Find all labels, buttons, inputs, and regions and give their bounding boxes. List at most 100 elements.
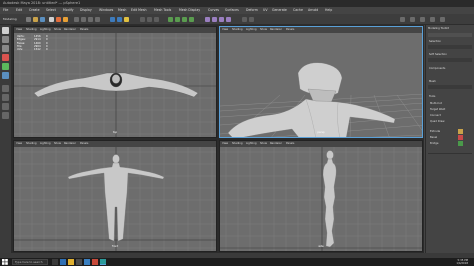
panel-menu-lighting[interactable]: Lighting <box>246 142 256 145</box>
menu-windows[interactable]: Windows <box>99 8 113 12</box>
channel-box-icon[interactable] <box>410 17 415 22</box>
select-tool-icon[interactable] <box>2 27 9 34</box>
maya-app-icon[interactable] <box>100 259 106 265</box>
target-weld-button[interactable]: Target Weld <box>430 108 445 111</box>
panel-menu-renderer[interactable]: Renderer <box>64 28 76 31</box>
menu-display[interactable]: Display <box>80 8 92 12</box>
panel-menu-show[interactable]: Show <box>54 142 61 145</box>
shelf-tab-icon[interactable] <box>147 17 152 22</box>
extrude-button[interactable]: Extrude <box>430 130 440 133</box>
snap-plane-icon[interactable] <box>95 17 100 22</box>
ipr-render-icon[interactable] <box>117 17 122 22</box>
poly-cylinder-icon[interactable] <box>182 17 187 22</box>
open-scene-icon[interactable] <box>33 17 38 22</box>
section-selection[interactable]: Selection <box>429 40 441 43</box>
extrude-icon[interactable] <box>205 17 210 22</box>
viewport-top[interactable]: View Shading Lighting Show Renderer Pane… <box>13 26 217 138</box>
mail-icon[interactable] <box>84 259 90 265</box>
lasso-tool-icon[interactable] <box>2 36 9 43</box>
sign-in-icon[interactable] <box>400 17 405 22</box>
panel-menu-show[interactable]: Show <box>260 142 267 145</box>
render-icon[interactable] <box>110 17 115 22</box>
bevel-button[interactable]: Bevel <box>430 136 437 139</box>
rotate-tool-icon[interactable] <box>2 63 9 70</box>
workspace-selector[interactable]: Modeling <box>3 17 17 21</box>
windows-start-icon[interactable] <box>2 259 8 265</box>
move-tool-icon[interactable] <box>2 54 9 61</box>
graph-view-icon[interactable] <box>2 112 9 119</box>
menu-select[interactable]: Select <box>46 8 56 12</box>
menu-help[interactable]: Help <box>325 8 332 12</box>
single-view-icon[interactable] <box>2 85 9 92</box>
menu-mesh[interactable]: Mesh <box>118 8 126 12</box>
viewport-side[interactable]: View Shading Lighting Show Renderer Pane… <box>219 140 423 252</box>
panel-menu-renderer[interactable]: Renderer <box>270 28 282 31</box>
snap-grid-icon[interactable] <box>74 17 79 22</box>
soft-selection-options[interactable] <box>428 58 472 62</box>
panel-menu-panels[interactable]: Panels <box>80 28 88 31</box>
viewport-front[interactable]: View Shading Lighting Show Renderer Pane… <box>13 140 217 252</box>
bevel-icon[interactable] <box>458 135 463 140</box>
panel-menu-view[interactable]: View <box>222 28 228 31</box>
paint-tool-icon[interactable] <box>2 45 9 52</box>
menu-edit-mesh[interactable]: Edit Mesh <box>131 8 147 12</box>
menu-mesh-tools[interactable]: Mesh Tools <box>154 8 171 12</box>
quad-draw-button[interactable]: Quad Draw <box>430 120 445 123</box>
section-components[interactable]: Components <box>429 67 445 70</box>
app-icon[interactable] <box>92 259 98 265</box>
menu-file[interactable]: File <box>3 8 8 12</box>
panel-menu-renderer[interactable]: Renderer <box>64 142 76 145</box>
panel-menu-show[interactable]: Show <box>54 28 61 31</box>
bridge-button[interactable]: Bridge <box>430 142 438 145</box>
panel-menu-lighting[interactable]: Lighting <box>40 142 50 145</box>
menu-mesh-display[interactable]: Mesh Display <box>179 8 200 12</box>
task-view-icon[interactable] <box>52 259 58 265</box>
menu-cache[interactable]: Cache <box>293 8 303 12</box>
menu-create[interactable]: Create <box>29 8 40 12</box>
smooth-icon[interactable] <box>249 17 254 22</box>
menu-deform[interactable]: Deform <box>246 8 258 12</box>
panel-menu-shading[interactable]: Shading <box>232 142 243 145</box>
combine-icon[interactable] <box>226 17 231 22</box>
shelf-tab-icon[interactable] <box>140 17 145 22</box>
system-clock[interactable]: 5:35 PM 1/4/2018 <box>456 259 468 266</box>
multi-cut-button[interactable]: Multi-Cut <box>430 102 442 105</box>
panel-menu-show[interactable]: Show <box>260 28 267 31</box>
render-settings-icon[interactable] <box>124 17 129 22</box>
four-view-icon[interactable] <box>2 94 9 101</box>
edge-browser-icon[interactable] <box>60 259 66 265</box>
snap-point-icon[interactable] <box>88 17 93 22</box>
tool-settings-icon[interactable] <box>430 17 435 22</box>
menu-modify[interactable]: Modify <box>63 8 74 12</box>
panel-menu-view[interactable]: View <box>222 142 228 145</box>
panel-menu-lighting[interactable]: Lighting <box>40 28 50 31</box>
poly-sphere-icon[interactable] <box>168 17 173 22</box>
mesh-options[interactable] <box>428 85 472 89</box>
panel-menu-renderer[interactable]: Renderer <box>270 142 282 145</box>
section-mesh[interactable]: Mesh <box>429 80 436 83</box>
panel-menu-panels[interactable]: Panels <box>286 142 294 145</box>
menu-curves[interactable]: Curves <box>208 8 219 12</box>
selection-options[interactable] <box>428 45 472 49</box>
select-tool-icon[interactable] <box>49 17 54 22</box>
section-soft-selection[interactable]: Soft Selection <box>429 53 447 56</box>
panel-menu-panels[interactable]: Panels <box>286 28 294 31</box>
menu-arnold[interactable]: Arnold <box>308 8 318 12</box>
panel-menu-lighting[interactable]: Lighting <box>246 28 256 31</box>
bridge-icon[interactable] <box>219 17 224 22</box>
attribute-editor-icon[interactable] <box>420 17 425 22</box>
shelf-tab-icon[interactable] <box>154 17 159 22</box>
menu-surfaces[interactable]: Surfaces <box>225 8 239 12</box>
file-explorer-icon[interactable] <box>68 259 74 265</box>
save-scene-icon[interactable] <box>40 17 45 22</box>
menu-generate[interactable]: Generate <box>272 8 287 12</box>
modeling-toolkit-icon[interactable] <box>440 17 445 22</box>
paint-select-icon[interactable] <box>63 17 68 22</box>
menu-uv[interactable]: UV <box>263 8 268 12</box>
poly-plane-icon[interactable] <box>189 17 194 22</box>
poly-cube-icon[interactable] <box>175 17 180 22</box>
connect-button[interactable]: Connect <box>430 114 441 117</box>
scale-tool-icon[interactable] <box>2 72 9 79</box>
snap-curve-icon[interactable] <box>81 17 86 22</box>
lasso-tool-icon[interactable] <box>56 17 61 22</box>
